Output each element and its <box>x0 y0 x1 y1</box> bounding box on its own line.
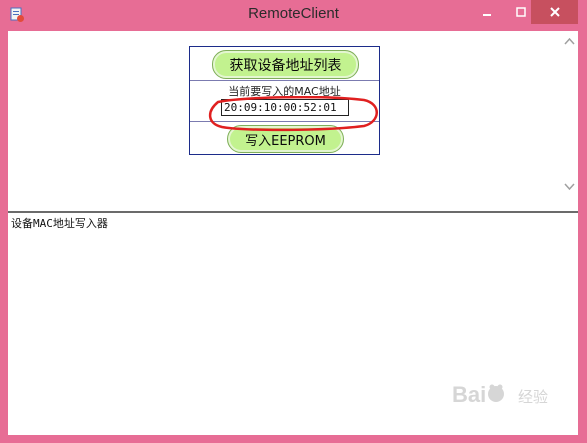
get-device-list-button[interactable]: 获取设备地址列表 <box>212 50 359 79</box>
minimize-icon <box>483 14 491 16</box>
app-window: RemoteClient 获取设备地址列表 当前要写入的MAC地址 写入EEPR… <box>0 0 587 443</box>
close-icon <box>549 7 560 17</box>
title-bar[interactable]: RemoteClient <box>0 0 587 31</box>
close-button[interactable] <box>531 0 578 24</box>
control-pane: 获取设备地址列表 当前要写入的MAC地址 写入EEPROM <box>8 31 578 211</box>
divider <box>190 80 379 81</box>
minimize-button[interactable] <box>470 0 504 24</box>
watermark-logo: Bai 经验 <box>452 378 567 416</box>
maximize-icon <box>516 7 526 17</box>
client-area: 获取设备地址列表 当前要写入的MAC地址 写入EEPROM 设备MAC地址写入器 <box>8 31 578 435</box>
red-annotation-circle <box>209 96 378 132</box>
scroll-up-arrow-icon[interactable] <box>564 37 575 45</box>
svg-text:Bai: Bai <box>452 382 486 407</box>
svg-text:经验: 经验 <box>518 388 548 406</box>
scroll-down-arrow-icon[interactable] <box>564 183 575 191</box>
log-line: 设备MAC地址写入器 <box>11 217 108 230</box>
vertical-scrollbar[interactable] <box>561 31 578 211</box>
